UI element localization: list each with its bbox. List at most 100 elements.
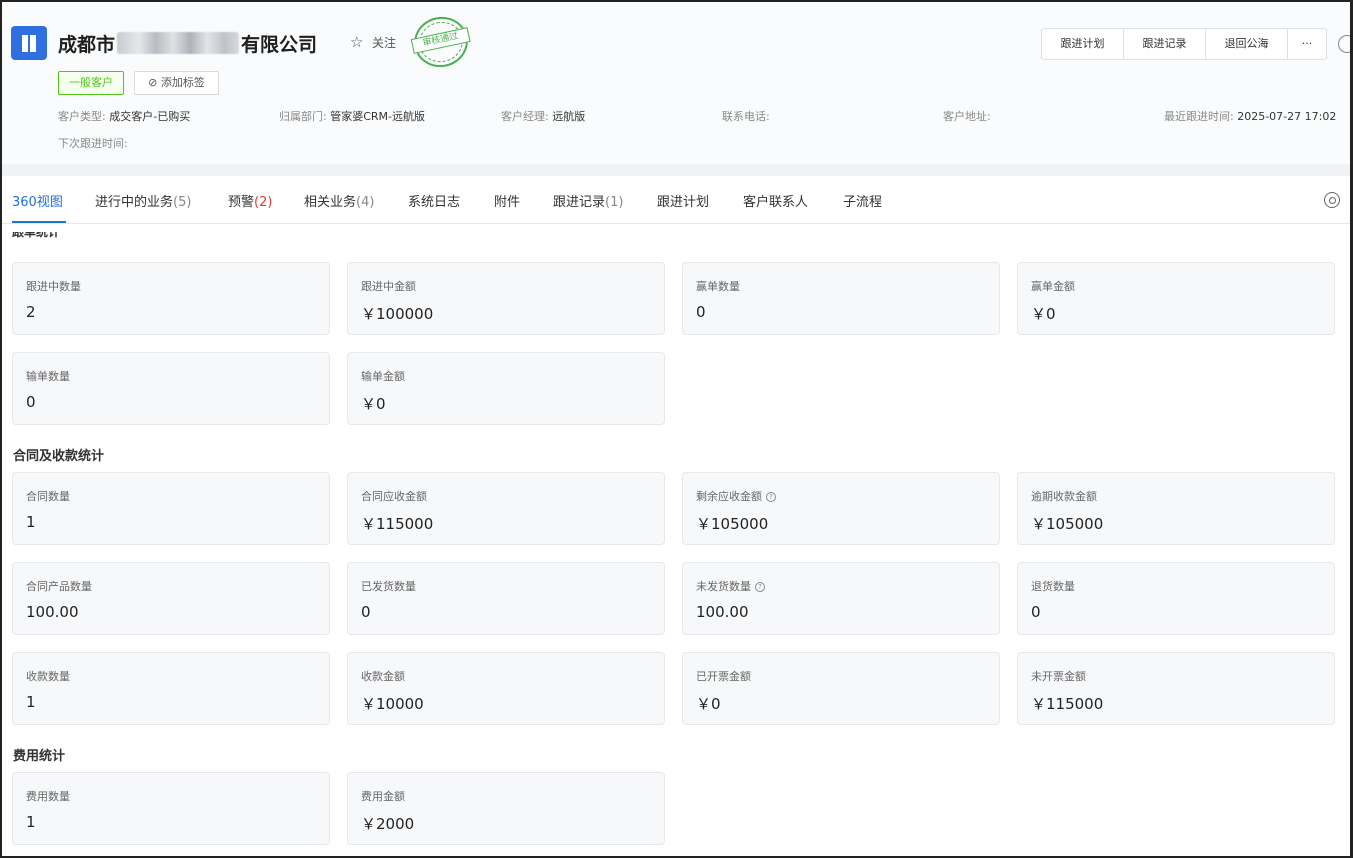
stat-label: 收款金额 [361,670,405,683]
star-icon[interactable]: ☆ [350,33,363,51]
info-label: 联系电话: [722,110,770,123]
tab-ongoing-business[interactable]: 进行中的业务(5) [95,191,191,210]
info-circle-icon[interactable] [1338,35,1350,53]
stat-value: ￥115000 [361,515,434,533]
info-value: 2025-07-27 17:02 [1237,110,1337,123]
tab-label: 预警 [228,195,255,210]
stat-card: 未开票金额 ￥115000 [1017,652,1335,725]
stat-value: 100.00 [26,603,79,621]
contract-section-title: 合同及收款统计 [13,449,105,464]
app-frame: 成都市 有限公司 ☆ 关注 审核通过 一般客户 ⊘ 添加标签 客户类型: 成交客… [0,0,1353,858]
tab-label: 附件 [494,195,521,210]
follow-button[interactable]: 关注 [372,34,396,51]
stat-label: 退货数量 [1031,580,1075,593]
more-button[interactable]: ··· [1288,29,1326,59]
tab-bar: 360视图 进行中的业务(5) 预警(2) 相关业务(4) 系统日志 附件 跟进… [2,176,1350,224]
stat-card: 跟进中金额 ￥100000 [347,262,665,335]
tab-360-view[interactable]: 360视图 [12,191,63,210]
stat-value: ￥105000 [696,515,769,533]
stat-label: 跟进中数量 [26,280,81,293]
stat-card: 退货数量 0 [1017,562,1335,635]
stat-label: 赢单金额 [1031,280,1075,293]
stat-card: 费用金额 ￥2000 [347,772,665,845]
info-phone: 联系电话: [722,108,770,124]
tab-label: 相关业务 [304,195,357,210]
header-divider [2,164,1350,176]
stat-label-wrap: 未发货数量? [696,578,765,594]
company-name-prefix: 成都市 [58,33,116,56]
info-value: 管家婆CRM-远航版 [330,110,426,123]
stat-card: 跟进中数量 2 [12,262,330,335]
deals-section-title: 跟单统计 [12,232,82,246]
tab-system-log[interactable]: 系统日志 [408,191,460,210]
stat-card: 输单金额 ￥0 [347,352,665,425]
stat-label-wrap: 剩余应收金额? [696,488,776,504]
info-label: 客户地址: [943,110,991,123]
stat-card: 赢单数量 0 [682,262,1000,335]
redacted-name [117,32,240,54]
stat-card: 收款金额 ￥10000 [347,652,665,725]
followup-record-button[interactable]: 跟进记录 [1124,29,1206,59]
approved-stamp-icon: 审核通过 [409,11,473,73]
company-name-suffix: 有限公司 [241,33,318,56]
tab-subprocess[interactable]: 子流程 [843,191,882,210]
tab-label: 跟进记录 [553,195,606,210]
stat-card: 合同数量 1 [12,472,330,545]
return-to-pool-button[interactable]: 退回公海 [1206,29,1288,59]
followup-plan-button[interactable]: 跟进计划 [1042,29,1124,59]
add-tag-label: 添加标签 [160,76,205,89]
stat-label: 收款数量 [26,670,70,683]
stat-value: 1 [26,813,36,831]
customer-header: 成都市 有限公司 ☆ 关注 审核通过 一般客户 ⊘ 添加标签 客户类型: 成交客… [2,2,1350,164]
stat-label: 费用数量 [26,790,70,803]
tab-contacts[interactable]: 客户联系人 [743,191,808,210]
stat-value: 1 [26,513,36,531]
expense-section-title: 费用统计 [13,749,66,764]
help-icon[interactable]: ? [755,582,765,592]
info-department: 归属部门: 管家婆CRM-远航版 [279,108,425,124]
stat-label: 赢单数量 [696,280,740,293]
stat-card: 赢单金额 ￥0 [1017,262,1335,335]
tab-followup-records[interactable]: 跟进记录(1) [553,191,623,210]
stat-card: 费用数量 1 [12,772,330,845]
stat-label: 费用金额 [361,790,405,803]
stat-value: ￥0 [1031,305,1056,323]
stat-value: 100.00 [696,603,749,621]
add-tag-button[interactable]: ⊘ 添加标签 [134,71,219,95]
tab-count: (2) [254,195,273,210]
action-button-group: 跟进计划 跟进记录 退回公海 ··· [1041,28,1327,60]
info-value: 远航版 [552,110,586,123]
stat-label: 跟进中金额 [361,280,416,293]
stat-label: 已发货数量 [361,580,416,593]
stat-card: 合同应收金额 ￥115000 [347,472,665,545]
company-logo-icon [11,26,47,60]
settings-icon[interactable] [1324,192,1340,208]
stat-value: 0 [696,303,706,321]
stat-value: 2 [26,303,36,321]
info-last-followup: 最近跟进时间: 2025-07-27 17:02 [1164,108,1336,124]
tab-attachments[interactable]: 附件 [494,191,520,210]
stat-label: 剩余应收金额 [696,490,762,503]
stat-value: ￥10000 [361,695,424,713]
customer-level-tag: 一般客户 [58,71,124,95]
tab-related-business[interactable]: 相关业务(4) [304,191,374,210]
tab-label: 系统日志 [408,195,461,210]
info-next-followup: 下次跟进时间: [58,137,128,150]
stat-value: ￥100000 [361,305,434,323]
tab-label: 客户联系人 [743,195,809,210]
stat-label: 输单数量 [26,370,70,383]
stat-label: 已开票金额 [696,670,751,683]
active-tab-indicator [12,221,66,223]
tab-count: (4) [356,195,375,210]
info-label: 归属部门: [279,110,327,123]
tab-warnings[interactable]: 预警(2) [228,191,272,210]
tab-followup-plan[interactable]: 跟进计划 [657,191,709,210]
tab-label: 进行中的业务 [95,195,174,210]
stat-card: 输单数量 0 [12,352,330,425]
stat-value: ￥2000 [361,815,415,833]
stat-label: 未开票金额 [1031,670,1086,683]
stat-label: 合同应收金额 [361,490,427,503]
help-icon[interactable]: ? [766,492,776,502]
info-address: 客户地址: [943,108,991,124]
stat-label: 逾期收款金额 [1031,490,1097,503]
